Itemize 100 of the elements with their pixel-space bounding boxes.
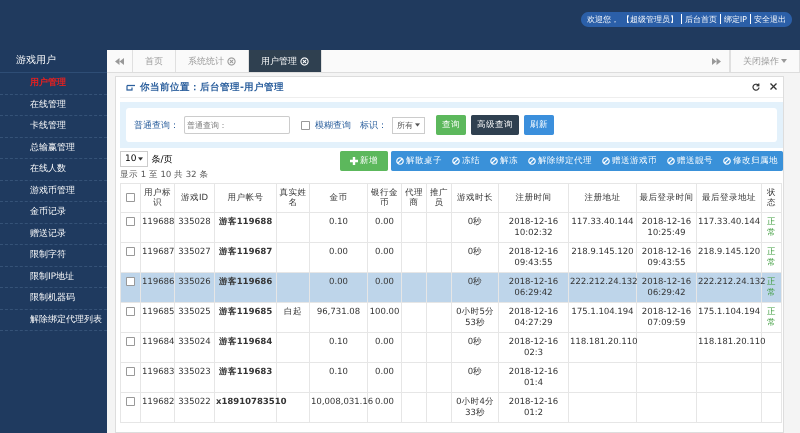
table-cell: 0.00 (375, 337, 394, 347)
close-icon[interactable] (770, 83, 777, 90)
table-row[interactable]: 119683 335023 游客119683 0.10 0.00 0秒 2018-12-16 01:4 (120, 362, 782, 392)
header-link[interactable]: 安全退出 (754, 14, 786, 24)
table-cell: 2018-12-16 07:09:59 (642, 307, 692, 328)
table-cell: 119688 (142, 217, 174, 227)
double-right-arrow-icon (712, 58, 721, 64)
double-left-arrow-icon (115, 58, 124, 64)
table-cell: 2018-12-16 04:27:29 (508, 307, 558, 328)
checkbox[interactable] (126, 397, 135, 406)
table-cell: 175.1.104.194 (571, 307, 634, 317)
table-row[interactable]: 119684 335024 游客119684 0.10 0.00 0秒 2018-12-16 02:3 118.181.20.110 118.181.20.110 (120, 332, 782, 362)
checkbox[interactable] (126, 217, 135, 226)
plus-icon (350, 157, 358, 165)
table-row[interactable]: 119685 335025 游客119685 白起 96,731.08 100.00 0小时5分53秒 2018-12-16 04:27:29 175.1.104.194 2018-12-16 07:09:59 175.1.104.194 正常 (120, 302, 782, 332)
table-cell: 2018-12-16 02:3 (508, 337, 558, 358)
table-cell: 游客119688 (218, 217, 272, 227)
flag-label: 标识： (360, 120, 387, 132)
column-header: 最后登录地址 (696, 184, 762, 212)
table-cell: 2018-12-16 10:02:32 (508, 217, 558, 238)
table-cell: 2018-12-16 09:43:55 (508, 247, 558, 268)
table-cell: 游客119685 (218, 307, 272, 317)
table-row[interactable]: 119686 335026 游客119686 0.00 0.00 0秒 2018-12-16 06:29:42 222.212.24.132 2018-12-16 06:29:42 222.212.24.132 正常 (120, 272, 782, 302)
table-cell: 0.10 (329, 217, 348, 227)
table-cell: 119684 (142, 337, 174, 347)
table-cell: 335027 (178, 247, 211, 257)
table-cell: 118.181.20.110 (698, 337, 766, 347)
fuzzy-label: 模糊查询 (315, 120, 351, 132)
table-cell: 118.181.20.110 (570, 337, 638, 347)
table-cell: 正常 (767, 277, 776, 298)
table-cell: 335024 (178, 337, 211, 347)
table-cell: 119685 (142, 307, 174, 317)
table-cell: 175.1.104.194 (698, 307, 760, 317)
checkbox[interactable] (301, 120, 310, 130)
ban-icon (452, 157, 460, 165)
page-size-select[interactable]: 10 (120, 151, 148, 167)
refresh-icon[interactable] (752, 83, 760, 91)
table-cell: 0秒 (468, 217, 482, 227)
header-link[interactable]: 后台首页 (684, 14, 717, 24)
record-summary: 显示 1 至 10 共 32 条 (120, 169, 208, 181)
ban-icon (667, 157, 675, 165)
table-cell: 0.00 (329, 247, 348, 257)
header-link[interactable]: 绑定IP (724, 14, 747, 24)
table-cell: 218.9.145.120 (571, 247, 634, 257)
column-header: 状态 (762, 184, 782, 212)
column-header: 注册地址 (568, 184, 636, 212)
checkbox[interactable] (126, 247, 135, 256)
column-header: 真实姓名 (276, 184, 310, 212)
table-cell: 2018-12-16 01:4 (508, 367, 558, 388)
table-cell: 0秒 (468, 247, 482, 257)
column-header: 推广员 (426, 184, 452, 212)
table-cell: 0小时5分53秒 (456, 307, 494, 328)
table-cell: 222.212.24.132 (698, 277, 766, 287)
table-cell: 119682 (142, 397, 174, 407)
table-cell: 2018-12-16 06:29:42 (508, 277, 558, 298)
table-cell: 0.10 (329, 367, 348, 377)
table-row[interactable]: 119682 335022 x18910783510 10,008,031.16 0.00 0小时4分33秒 2018-12-16 01:2 (120, 392, 782, 422)
ban-icon (723, 157, 731, 165)
checkbox[interactable] (126, 337, 135, 346)
welcome-text: 欢迎您， (586, 14, 619, 24)
table-cell: 0秒 (468, 367, 482, 377)
checkbox[interactable] (126, 367, 135, 376)
column-header: 用户帐号 (214, 184, 276, 212)
table-cell: 0秒 (468, 337, 482, 347)
table-cell: 2018-12-16 10:25:49 (642, 217, 692, 238)
breadcrumb: 你当前位置：后台管理-用户管理 (140, 80, 284, 94)
search-field[interactable]: 普通查询： (184, 116, 290, 134)
search-button[interactable]: 高级查询 (471, 115, 519, 135)
table-cell: 游客119687 (218, 247, 272, 257)
column-header: 最后登录时间 (636, 184, 696, 212)
table-cell: 0.10 (329, 337, 348, 347)
flag-select[interactable]: 所有 (392, 116, 425, 134)
table-cell: 119686 (142, 277, 174, 287)
table-cell: 96,731.08 (316, 307, 360, 317)
checkbox[interactable] (126, 192, 135, 202)
table-cell: 白起 (284, 307, 302, 317)
table-cell: 119687 (142, 247, 174, 257)
table-cell: 0.00 (375, 217, 394, 227)
table-cell: 游客119686 (218, 277, 272, 287)
table-cell: 218.9.145.120 (698, 247, 760, 257)
table-cell: 正常 (767, 217, 776, 238)
table-cell: 119683 (142, 367, 174, 377)
role-text: 【超级管理员】 (622, 14, 678, 24)
table-cell: 游客119684 (218, 337, 272, 347)
table-cell: 正常 (767, 247, 776, 268)
checkbox[interactable] (126, 277, 135, 286)
ban-icon (602, 157, 610, 165)
column-header: 金币 (310, 184, 368, 212)
search-label: 普通查询： (134, 119, 179, 132)
column-header: 注册时间 (498, 184, 568, 212)
tab[interactable]: 用户管理 (249, 50, 322, 72)
checkbox[interactable] (126, 307, 135, 316)
table-cell: 2018-12-16 06:29:42 (642, 277, 692, 298)
table-cell: 10,008,031.16 (311, 397, 374, 407)
table-cell: 游客119683 (218, 367, 272, 377)
table-cell: 2018-12-16 01:2 (508, 397, 558, 418)
column-header: 代理商 (402, 184, 426, 212)
table-cell: 0.00 (375, 367, 394, 377)
column-header: 游戏ID (174, 184, 214, 212)
table-row[interactable]: 119688 335028 游客119688 0.10 0.00 0秒 2018-12-16 10:02:32 117.33.40.144 2018-12-16 10:25:49 117.33.40.144 正常 (120, 212, 782, 242)
